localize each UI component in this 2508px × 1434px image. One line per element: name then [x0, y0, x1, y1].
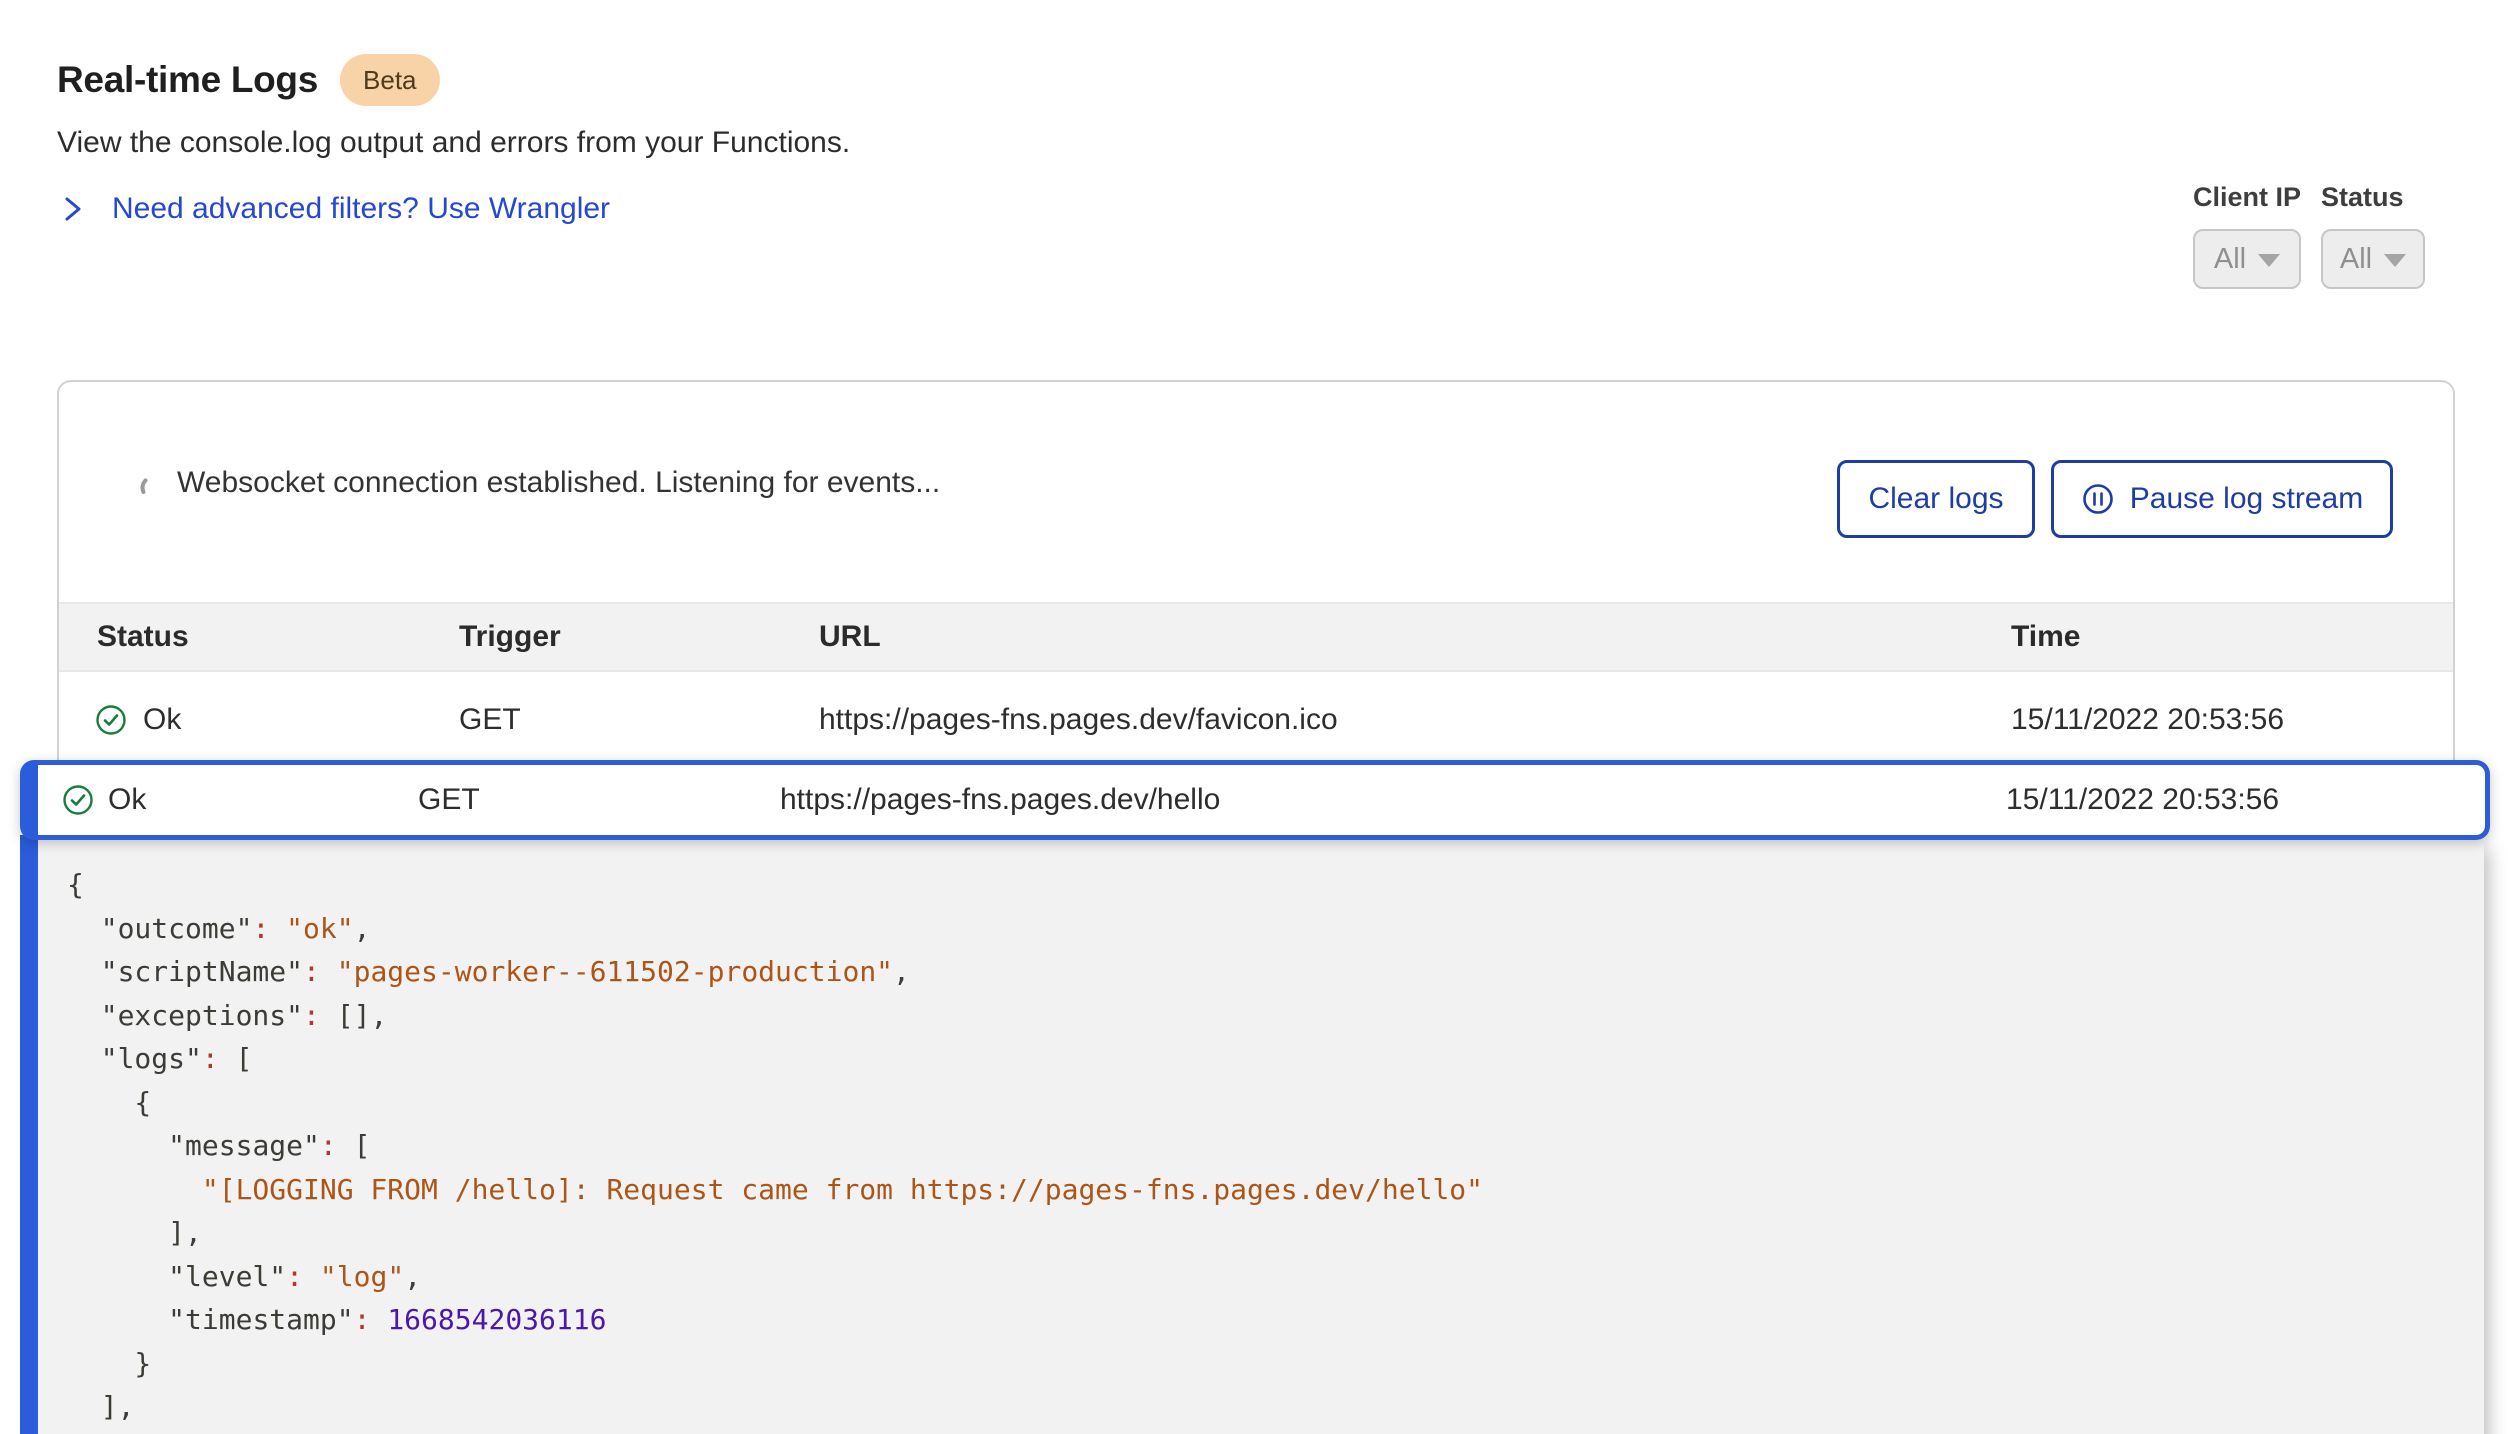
caret-down-icon	[2258, 254, 2280, 267]
filters: Client IP All Status All	[2193, 182, 2425, 289]
log-detail-panel: { "outcome": "ok", "scriptName": "pages-…	[20, 835, 2484, 1434]
status-label: Status	[2321, 182, 2425, 213]
page-title: Real-time Logs	[57, 59, 318, 101]
status-dropdown[interactable]: All	[2321, 229, 2425, 289]
client-ip-dropdown[interactable]: All	[2193, 229, 2301, 289]
row-time: 15/11/2022 20:53:56	[2006, 765, 2279, 835]
column-time: Time	[2011, 604, 2080, 670]
pause-log-stream-label: Pause log stream	[2130, 482, 2363, 516]
row-url: https://pages-fns.pages.dev/hello	[780, 765, 1220, 835]
status-ok-icon	[95, 704, 127, 736]
pause-icon	[2081, 482, 2115, 516]
clear-logs-label: Clear logs	[1868, 482, 2003, 516]
pause-log-stream-button[interactable]: Pause log stream	[2051, 460, 2393, 538]
beta-badge: Beta	[340, 54, 440, 106]
page-header: Real-time Logs Beta	[57, 54, 440, 106]
chevron-right-icon	[60, 194, 86, 224]
expanded-log-row[interactable]: Ok GET https://pages-fns.pages.dev/hello…	[20, 760, 2490, 840]
spinner-icon	[139, 474, 165, 500]
row-trigger: GET	[459, 674, 521, 766]
wrangler-link-label: Need advanced filters? Use Wrangler	[112, 192, 610, 226]
status-ok-icon	[62, 784, 94, 816]
row-trigger: GET	[418, 765, 480, 835]
log-row[interactable]: Ok GET https://pages-fns.pages.dev/favic…	[59, 674, 2453, 766]
realtime-logs-page: Real-time Logs Beta View the console.log…	[0, 0, 2508, 1434]
row-url: https://pages-fns.pages.dev/favicon.ico	[819, 674, 1338, 766]
wrangler-link[interactable]: Need advanced filters? Use Wrangler	[60, 192, 610, 226]
column-status: Status	[97, 604, 189, 670]
row-time: 15/11/2022 20:53:56	[2011, 674, 2284, 766]
page-subtitle: View the console.log output and errors f…	[57, 126, 850, 160]
caret-down-icon	[2384, 254, 2406, 267]
row-status: Ok	[108, 765, 146, 835]
log-table-header: Status Trigger URL Time	[59, 602, 2453, 672]
log-json: { "outcome": "ok", "scriptName": "pages-…	[38, 835, 2484, 1429]
status-value: All	[2340, 243, 2372, 276]
clear-logs-button[interactable]: Clear logs	[1837, 460, 2035, 538]
client-ip-value: All	[2214, 243, 2246, 276]
client-ip-label: Client IP	[2193, 182, 2301, 213]
column-trigger: Trigger	[459, 604, 561, 670]
column-url: URL	[819, 604, 881, 670]
websocket-status: Websocket connection established. Listen…	[177, 466, 940, 500]
row-status: Ok	[143, 674, 181, 766]
